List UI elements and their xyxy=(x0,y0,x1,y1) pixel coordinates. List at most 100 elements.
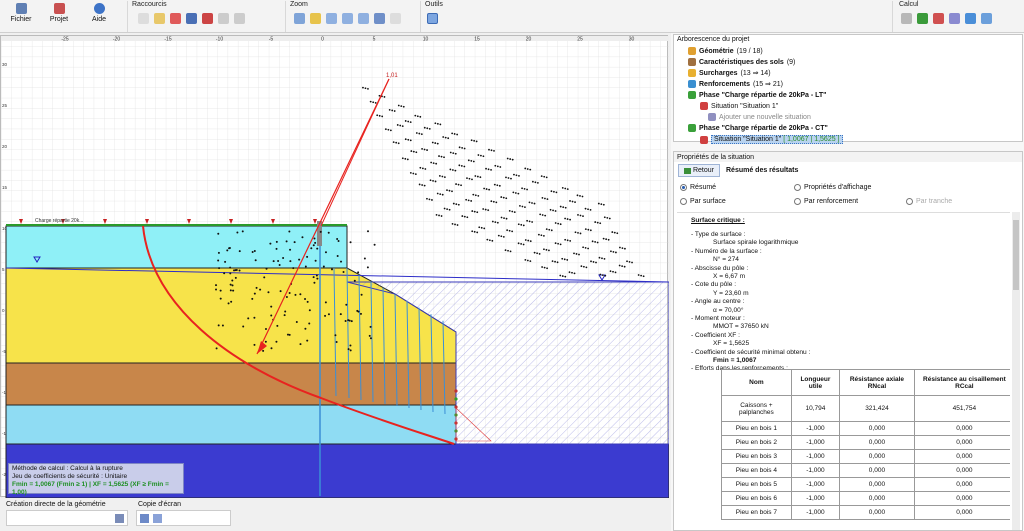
favorite-icon[interactable] xyxy=(170,13,181,24)
slip-center-dot xyxy=(388,108,391,111)
back-arrow-icon xyxy=(683,167,691,174)
slip-center-dot xyxy=(414,173,417,176)
slip-center-dot xyxy=(451,132,454,135)
slip-center-dot xyxy=(463,147,466,150)
slip-center-dot xyxy=(537,233,540,236)
results-scrollbar[interactable] xyxy=(1012,212,1020,530)
zoom-fit-icon[interactable] xyxy=(294,13,305,24)
result-line: XF = 1,5625 xyxy=(713,340,750,348)
slip-center-dot xyxy=(234,276,237,279)
slip-center-dot xyxy=(304,327,307,330)
zoom-out-icon[interactable] xyxy=(342,13,353,24)
radio-reinforcement[interactable]: Par renforcement xyxy=(794,198,858,205)
select-tool-icon[interactable] xyxy=(427,13,438,24)
slip-center-dot xyxy=(566,218,569,220)
slip-center-dot xyxy=(436,122,439,125)
slip-center-dot xyxy=(402,105,405,108)
summary-title: Résumé des résultats xyxy=(726,167,799,174)
creation-field[interactable] xyxy=(6,510,128,526)
tree-item[interactable]: Surcharges (13 ⇒ 14) xyxy=(688,69,771,77)
slip-center-dot xyxy=(275,340,278,343)
save-icon[interactable] xyxy=(186,13,197,24)
slip-center-dot xyxy=(264,340,267,343)
axis-tick-label: -10 xyxy=(216,37,223,43)
slip-center-dot xyxy=(562,206,565,209)
wall-anchor-mark xyxy=(454,389,458,393)
redo-icon[interactable] xyxy=(234,13,245,24)
slip-center-dot xyxy=(577,214,579,216)
aide-button[interactable]: Aide xyxy=(86,3,112,23)
table-header: Longueur utile xyxy=(790,369,841,396)
axis-tick-label: -15 xyxy=(164,37,171,43)
result-line: Y = 23,60 m xyxy=(713,289,749,297)
table-row: Pieu en bois 1 -1,000 0,000 0,000 xyxy=(721,421,1010,436)
zoom-in-icon[interactable] xyxy=(326,13,337,24)
tree-node-icon xyxy=(688,58,696,66)
slip-center-dot xyxy=(404,157,407,160)
radio-surface[interactable]: Par surface xyxy=(680,198,726,205)
slip-center-dot xyxy=(544,197,546,200)
tree-item[interactable]: Caractéristiques des sols (9) xyxy=(688,58,795,66)
slip-center-dot xyxy=(505,217,508,220)
export-icon[interactable] xyxy=(981,13,992,24)
tree-item[interactable]: Phase "Charge répartie de 20kPa - CT" xyxy=(688,124,831,132)
open-icon[interactable] xyxy=(154,13,165,24)
tree-item[interactable]: Situation "Situation 1" [ 1,0067 | 1,562… xyxy=(700,135,843,144)
ribbon: Fichier Projet Aide Raccourcis Zoom Outi… xyxy=(0,0,1024,33)
tree-item[interactable]: Géométrie (19 / 18) xyxy=(688,47,763,55)
slip-center-dot xyxy=(397,104,400,107)
f-label: 1,01 xyxy=(386,73,398,79)
slip-center-dot xyxy=(602,203,605,206)
run-icon[interactable] xyxy=(917,13,928,24)
slip-center-dot xyxy=(496,184,499,187)
slip-center-dot xyxy=(229,272,232,275)
slip-center-dot xyxy=(475,140,478,143)
slip-center-dot xyxy=(438,214,440,217)
zoom-previous-icon[interactable] xyxy=(358,13,369,24)
tree-item[interactable]: Situation "Situation 1" xyxy=(700,102,781,110)
back-button[interactable]: Retour xyxy=(678,164,720,177)
slip-center-dot xyxy=(590,260,592,263)
chart-icon[interactable] xyxy=(949,13,960,24)
slip-center-dot xyxy=(517,223,520,226)
slip-center-dot xyxy=(626,260,628,263)
radio-display[interactable]: Propriétés d'affichage xyxy=(794,184,871,191)
fichier-button[interactable]: Fichier xyxy=(8,3,34,23)
slip-center-dot xyxy=(533,251,536,254)
slip-center-dot xyxy=(436,192,439,195)
table-header: Résistance axiale RNcal xyxy=(839,369,915,396)
copy-screen-2-icon[interactable] xyxy=(153,514,162,523)
slip-center-dot xyxy=(544,214,547,217)
drawing-canvas[interactable]: -25 -20 -15 -10 -5 0 5 10 15 20 25 30 30 25 20 15 10 5 0-… xyxy=(0,35,669,498)
undo-icon[interactable] xyxy=(218,13,229,24)
tree-item[interactable]: Ajouter une nouvelle situation xyxy=(708,113,814,121)
slip-center-dot xyxy=(350,320,353,323)
tree-item[interactable]: Phase "Charge répartie de 20kPa - LT" xyxy=(688,91,830,99)
slip-center-dot xyxy=(391,109,394,112)
slip-center-dot xyxy=(507,177,510,179)
zoom-window-icon[interactable] xyxy=(310,13,321,24)
pan-icon[interactable] xyxy=(374,13,385,24)
axis-tick-label: -25 xyxy=(61,37,68,43)
slip-center-dot xyxy=(576,194,579,197)
slip-center-dot xyxy=(372,101,375,104)
tree-item[interactable]: Renforcements (15 ⇒ 21) xyxy=(688,80,783,88)
result-line: - Type de surface : xyxy=(691,231,746,238)
zoom-reset-icon[interactable] xyxy=(390,13,401,24)
slip-center-dot xyxy=(491,239,494,242)
slip-center-dot xyxy=(451,169,454,171)
slip-center-dot xyxy=(551,260,554,262)
layers-icon[interactable] xyxy=(933,13,944,24)
copy-screen-icon[interactable] xyxy=(140,514,149,523)
print-icon[interactable] xyxy=(202,13,213,24)
projet-button[interactable]: Projet xyxy=(46,3,72,23)
tree-title: Arborescence du projet xyxy=(677,36,750,43)
copie-title: Copie d'écran xyxy=(138,501,181,508)
calc-icon[interactable] xyxy=(901,13,912,24)
slip-center-dot xyxy=(618,264,621,267)
geometry-draw-icon[interactable] xyxy=(115,514,124,523)
new-icon[interactable] xyxy=(138,13,149,24)
report-icon[interactable] xyxy=(965,13,976,24)
slip-center-dot xyxy=(443,156,445,159)
radio-resume[interactable]: Résumé xyxy=(680,184,716,191)
